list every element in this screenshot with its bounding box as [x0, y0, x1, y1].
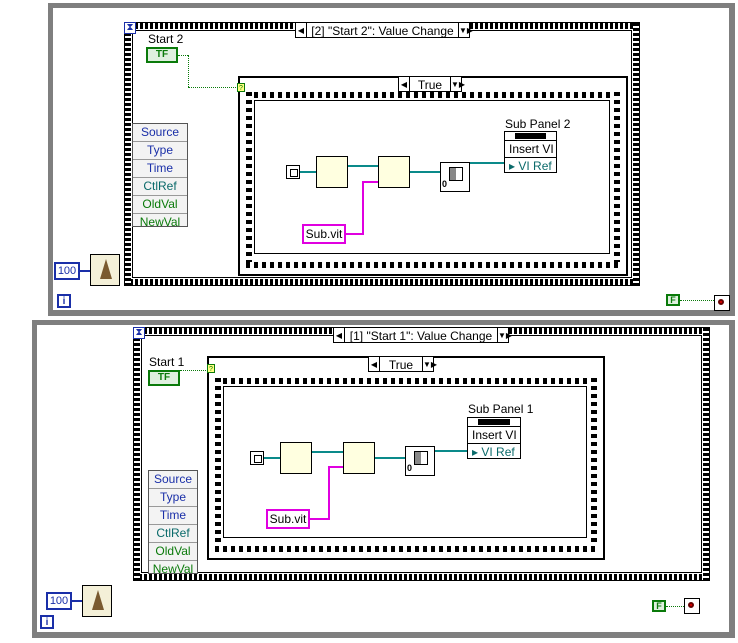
- false-constant[interactable]: F: [652, 600, 666, 612]
- string-constant[interactable]: Sub.vit: [266, 509, 310, 529]
- hourglass-icon: ⧗: [133, 327, 145, 339]
- event-data-time[interactable]: Time: [133, 160, 187, 178]
- event-data-newval[interactable]: NewVal: [149, 561, 197, 578]
- event-data-source[interactable]: Source: [149, 471, 197, 489]
- boolean-wire: [178, 55, 188, 56]
- ref-wire: [348, 165, 378, 167]
- event-data-node[interactable]: Source Type Time CtlRef OldVal NewVal: [132, 123, 188, 229]
- event-data-newval[interactable]: NewVal: [133, 214, 187, 231]
- boolean-terminal[interactable]: TF: [148, 370, 180, 386]
- chevron-left-icon[interactable]: ◀: [399, 80, 409, 89]
- chevron-left-icon[interactable]: ◀: [369, 360, 379, 369]
- zero-const: 0: [442, 179, 448, 189]
- iteration-terminal: i: [57, 294, 71, 308]
- hourglass-icon: ⧗: [124, 22, 136, 34]
- property-node-vi[interactable]: [378, 156, 410, 188]
- invoke-param-label: VI Ref: [481, 445, 515, 459]
- boolean-wire: [188, 55, 189, 87]
- case-selector-1[interactable]: ◀ True ▼▶: [368, 356, 437, 372]
- ref-wire: [264, 457, 280, 459]
- event-data-node[interactable]: Source Type Time CtlRef OldVal NewVal: [148, 470, 198, 576]
- stop-icon: [688, 602, 694, 608]
- ref-wire: [410, 171, 440, 173]
- numeric-wire: [72, 600, 82, 602]
- event-data-ctlref[interactable]: CtlRef: [149, 525, 197, 543]
- chevron-down-icon[interactable]: ▼▶: [459, 26, 473, 35]
- numeric-wire: [80, 270, 90, 272]
- string-wire: [328, 466, 343, 468]
- run-vi-node[interactable]: 0: [440, 162, 470, 192]
- event-case-label: [2] "Start 2": Value Change: [306, 23, 459, 38]
- stop-condition-terminal[interactable]: [714, 295, 730, 311]
- ref-wire: [300, 171, 316, 173]
- string-constant[interactable]: Sub.vit: [302, 224, 346, 244]
- invoke-param-label: VI Ref: [518, 159, 552, 173]
- chevron-down-icon[interactable]: ▼▶: [498, 331, 512, 340]
- control-label: Start 1: [149, 355, 185, 369]
- event-data-time[interactable]: Time: [149, 507, 197, 525]
- chevron-down-icon[interactable]: ▼▶: [423, 360, 437, 369]
- wait-ms-constant[interactable]: 100: [46, 592, 72, 610]
- chevron-left-icon[interactable]: ◀: [334, 331, 344, 340]
- zero-const: 0: [407, 463, 413, 473]
- boolean-wire: [180, 370, 210, 371]
- boolean-terminal[interactable]: TF: [146, 47, 178, 63]
- control-label: Start 2: [148, 32, 184, 46]
- event-data-oldval[interactable]: OldVal: [149, 543, 197, 561]
- run-vi-node[interactable]: 0: [405, 446, 435, 476]
- event-case-label: [1] "Start 1": Value Change: [344, 328, 498, 343]
- open-vi-reference-node[interactable]: [316, 156, 348, 188]
- false-constant[interactable]: F: [666, 294, 680, 306]
- property-node-vi[interactable]: [343, 442, 375, 474]
- event-data-type[interactable]: Type: [133, 142, 187, 160]
- selector-terminal: ?: [207, 364, 215, 373]
- ref-wire: [312, 451, 343, 453]
- string-wire: [346, 233, 362, 235]
- invoke-method-label: Insert VI: [468, 426, 520, 443]
- vi-server-reference-icon[interactable]: [250, 451, 264, 465]
- case-value: True: [379, 357, 423, 372]
- string-wire: [328, 466, 330, 520]
- stop-icon: [718, 299, 724, 305]
- event-selector-1[interactable]: ◀ [1] "Start 1": Value Change ▼▶: [333, 327, 512, 343]
- boolean-wire: [188, 87, 240, 88]
- selector-terminal: ?: [237, 83, 245, 92]
- chevron-down-icon[interactable]: ▼▶: [451, 80, 465, 89]
- ref-wire: [470, 162, 504, 164]
- open-vi-reference-node[interactable]: [280, 442, 312, 474]
- subpanel-label: Sub Panel 2: [505, 117, 571, 131]
- metronome-icon[interactable]: [82, 585, 112, 617]
- string-wire: [362, 181, 364, 235]
- stop-condition-terminal[interactable]: [684, 598, 700, 614]
- event-data-source[interactable]: Source: [133, 124, 187, 142]
- iteration-terminal: i: [40, 615, 54, 629]
- event-data-oldval[interactable]: OldVal: [133, 196, 187, 214]
- invoke-method-label: Insert VI: [505, 140, 556, 157]
- metronome-icon[interactable]: [90, 254, 120, 286]
- boolean-wire: [666, 606, 684, 607]
- ref-wire: [435, 450, 468, 452]
- vi-server-reference-icon[interactable]: [286, 165, 300, 179]
- subpanel-label: Sub Panel 1: [468, 402, 534, 416]
- chevron-left-icon[interactable]: ◀: [296, 26, 306, 35]
- boolean-wire: [680, 300, 714, 301]
- invoke-node[interactable]: Insert VI ▸ VI Ref: [467, 417, 521, 459]
- wait-ms-constant[interactable]: 100: [54, 262, 80, 280]
- invoke-node[interactable]: Insert VI ▸ VI Ref: [504, 131, 557, 173]
- case-selector-2[interactable]: ◀ True ▼▶: [398, 76, 465, 92]
- event-selector-2[interactable]: ◀ [2] "Start 2": Value Change ▼▶: [295, 22, 473, 38]
- ref-wire: [375, 457, 405, 459]
- event-data-ctlref[interactable]: CtlRef: [133, 178, 187, 196]
- string-wire: [362, 181, 378, 183]
- case-value: True: [409, 77, 451, 92]
- event-data-type[interactable]: Type: [149, 489, 197, 507]
- string-wire: [310, 518, 328, 520]
